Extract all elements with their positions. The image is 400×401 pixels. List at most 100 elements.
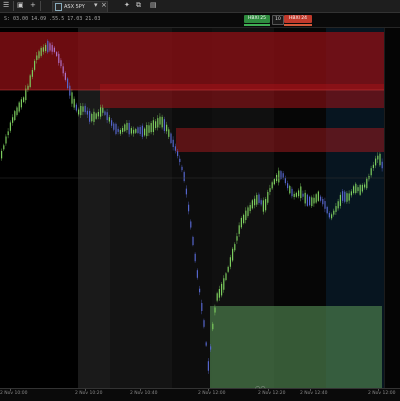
candle-body [350, 191, 352, 196]
sell-button[interactable]: HBXI 24 [284, 15, 312, 23]
grid-icon[interactable]: ▤ [150, 1, 157, 10]
candle-body [14, 111, 16, 121]
resistance-zone [176, 128, 384, 152]
time-tick-label: 2 Nov 12:00 [368, 391, 396, 396]
candle-body [337, 201, 339, 209]
candle-body [42, 47, 44, 52]
candle-body [377, 155, 379, 160]
candle-body [12, 117, 14, 123]
candle-body [179, 158, 181, 162]
candle-body [214, 307, 216, 313]
candle-body [293, 193, 295, 197]
time-axis[interactable]: 2 Nov 10:00 2 Nov 10:20 2 Nov 10:40 2 Nov 1… [0, 385, 400, 401]
candle-body [159, 116, 161, 125]
candle-body [100, 107, 102, 117]
chart-canvas[interactable] [0, 28, 400, 388]
candle-body [91, 113, 93, 122]
candle-body [181, 166, 183, 171]
candle-body [359, 184, 361, 195]
candle-body [113, 123, 115, 130]
quantity-field[interactable]: 10 [272, 15, 284, 25]
candle-body [122, 128, 124, 132]
candle-body [291, 188, 293, 197]
menu-icon[interactable]: ☰ [3, 1, 9, 10]
candle-body [168, 129, 170, 137]
candle-body [20, 99, 22, 108]
candle-body [38, 51, 40, 59]
add-icon[interactable]: + [30, 1, 36, 10]
candle-body [322, 198, 324, 205]
candle-body [326, 206, 328, 214]
candle-body [370, 168, 372, 176]
candle-body [194, 253, 196, 262]
resistance-zone [100, 84, 384, 108]
candle-body [361, 184, 363, 192]
candle-body [166, 124, 168, 132]
candle-body [328, 213, 330, 218]
candle-body [298, 190, 300, 197]
candle-body [339, 194, 341, 206]
candle-body [344, 191, 346, 202]
candle-body [289, 185, 291, 194]
candle-body [223, 278, 225, 290]
candle-body [269, 188, 271, 192]
candle-body [150, 123, 152, 133]
candle-body [84, 105, 86, 113]
price-scale[interactable] [384, 28, 400, 388]
candle-body [333, 210, 335, 215]
top-toolbar: ☰ ▣ + ASX 5PY ▾ × ✦ ⧉ ▤ [0, 0, 400, 13]
candle-body [135, 129, 137, 133]
candle-body [372, 164, 374, 168]
candle-body [218, 289, 220, 298]
candle-body [207, 361, 209, 371]
candle-body [64, 72, 66, 80]
candle-body [342, 191, 344, 201]
candle-body [5, 136, 7, 144]
candle-body [58, 53, 60, 63]
candle-body [170, 133, 172, 144]
candle-body [71, 92, 73, 104]
candle-body [364, 184, 366, 188]
candle-body [104, 111, 106, 115]
price-chart[interactable] [0, 28, 400, 388]
dropdown-icon[interactable]: ▾ [94, 1, 98, 10]
candle-body [25, 88, 27, 101]
candle-body [139, 127, 141, 135]
link-icon[interactable]: ⧉ [136, 1, 141, 10]
candle-body [1, 150, 3, 159]
candle-body [251, 200, 253, 209]
candle-body [111, 120, 113, 126]
window-icon[interactable]: ▣ [17, 1, 24, 10]
candle-body [47, 40, 49, 53]
candle-body [210, 346, 212, 350]
candle-body [262, 200, 264, 212]
candle-body [163, 119, 165, 131]
candle-body [304, 192, 306, 204]
candle-body [130, 128, 132, 134]
candle-body [256, 194, 258, 205]
candle-body [16, 107, 18, 115]
candle-body [284, 177, 286, 184]
candle-body [27, 85, 29, 90]
candle-body [144, 128, 146, 136]
candle-body [86, 110, 88, 115]
candle-body [174, 146, 176, 151]
candle-body [29, 75, 31, 88]
candle-body [56, 52, 58, 56]
buy-button[interactable]: HBXI 25 [244, 15, 270, 23]
candle-body [49, 43, 51, 51]
ohlc-info-text: S: 03.00 14.09 .55.5 17.03 21.03 [4, 16, 101, 22]
candle-body [148, 125, 150, 133]
candle-body [243, 214, 245, 224]
candle-body [23, 97, 25, 102]
settings-icon[interactable]: ✦ [124, 1, 130, 10]
candle-body [141, 125, 143, 137]
candle-body [267, 191, 269, 203]
candle-body [232, 248, 234, 261]
candle-body [271, 182, 273, 189]
instrument-tab[interactable]: ASX 5PY [52, 1, 108, 12]
candle-body [221, 283, 223, 296]
close-tab-icon[interactable]: × [101, 1, 107, 10]
scroll-handle-icon[interactable]: ◠◠ [255, 385, 265, 392]
candle-body [315, 194, 317, 203]
